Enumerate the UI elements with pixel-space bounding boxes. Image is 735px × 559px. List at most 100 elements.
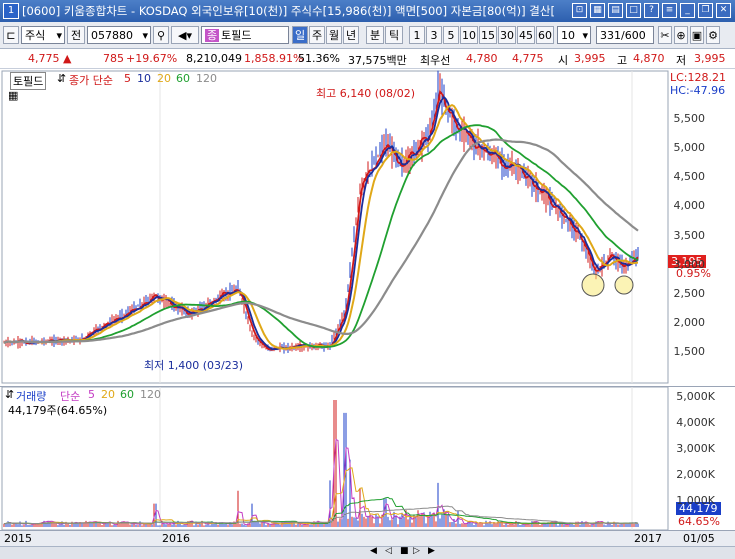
help-icon[interactable]: ? bbox=[644, 3, 659, 18]
scroll-right-icon[interactable]: ▶ bbox=[428, 546, 435, 556]
vol-ma-60: 60 bbox=[120, 388, 134, 401]
low-label: 저 bbox=[676, 54, 687, 67]
y-tick-label: 1,000K bbox=[676, 494, 715, 508]
price-change-pct: +19.67% bbox=[126, 52, 178, 65]
x-label-date: 01/05 bbox=[683, 532, 715, 545]
tab-month[interactable]: 월 bbox=[326, 26, 342, 44]
scroll-left-icon[interactable]: ◀ bbox=[370, 546, 377, 556]
low-annotation: 최저 1,400 (03/23) bbox=[144, 359, 244, 372]
vol-ma5-line bbox=[3, 438, 639, 526]
zoom-icon[interactable]: ⊕ bbox=[674, 26, 688, 44]
ma-10: 10 bbox=[137, 72, 151, 85]
count-field[interactable]: 331/600 bbox=[596, 26, 654, 44]
chevron-down-icon: ▾ bbox=[142, 29, 148, 42]
save-icon[interactable]: ▣ bbox=[690, 26, 704, 44]
prev-button[interactable]: 전 bbox=[67, 26, 85, 44]
menu-icon[interactable]: ≡ bbox=[662, 3, 677, 18]
interval-30[interactable]: 30 bbox=[498, 26, 516, 44]
grid-icon[interactable]: ▦ bbox=[590, 3, 605, 18]
interval-15[interactable]: 15 bbox=[479, 26, 497, 44]
interval-10[interactable]: 10 bbox=[460, 26, 478, 44]
hc-value: HC:-47.96 bbox=[670, 84, 726, 97]
app-number: 1 bbox=[3, 3, 19, 19]
window-title: [0600] 키움종합차트 - KOSDAQ 외국인보유[10(천)] 주식수[… bbox=[22, 4, 555, 18]
pin-icon[interactable]: ⊡ bbox=[572, 3, 587, 18]
interval-5[interactable]: 5 bbox=[443, 26, 459, 44]
y-tick-label: 2,000K bbox=[676, 468, 715, 482]
restore-icon[interactable]: ❐ bbox=[698, 3, 713, 18]
stop-icon[interactable]: ■ bbox=[400, 546, 409, 556]
high-label: 고 bbox=[617, 54, 628, 67]
highlight-circle bbox=[581, 273, 605, 297]
volume-chart[interactable] bbox=[0, 387, 735, 531]
best-ask: 4,780 bbox=[466, 52, 498, 65]
code-input[interactable]: 057880 ▾ bbox=[87, 26, 151, 44]
title-bar-buttons: ⊡ ▦ ▤ □ ? ≡ _ ❐ ✕ bbox=[572, 3, 731, 18]
price-chart-panel[interactable]: 토필드 ⇵ 종가 단순 5 10 20 60 120 ▦ LC:128.21 H… bbox=[0, 69, 735, 385]
stock-name-tag[interactable]: 토필드 bbox=[10, 72, 47, 90]
best-ask-label: 최우선 bbox=[420, 54, 451, 67]
vol-ma-120: 120 bbox=[140, 388, 161, 401]
chevron-down-icon: ▾ bbox=[582, 29, 588, 42]
close-icon[interactable]: ✕ bbox=[716, 3, 731, 18]
ma-label: 종가 단순 bbox=[69, 74, 113, 87]
ma-120: 120 bbox=[196, 72, 217, 85]
interval-select[interactable]: 10 ▾ bbox=[557, 26, 591, 44]
ma5-line bbox=[3, 89, 639, 351]
ma10-line bbox=[3, 95, 639, 351]
volume-moving-averages bbox=[3, 438, 639, 526]
market-select[interactable]: 주식 ▾ bbox=[21, 26, 65, 44]
speaker-icon[interactable]: ◀▾ bbox=[171, 26, 199, 44]
window-icon[interactable]: □ bbox=[626, 3, 641, 18]
ma60-line bbox=[3, 124, 639, 348]
vol-ma20-line bbox=[3, 467, 639, 525]
settings-icon[interactable]: ⚙ bbox=[706, 26, 720, 44]
y-tick-label: 2,500 bbox=[673, 286, 706, 300]
stock-name-field[interactable]: 종 토필드 bbox=[201, 26, 289, 44]
link-icon[interactable]: ⊏ bbox=[3, 26, 19, 44]
ma20-line bbox=[3, 103, 639, 350]
y-tick-label: 4,500 bbox=[673, 170, 706, 184]
quote-row: 4,775 ▲ 785 +19.67% 8,210,049 1,858.91% … bbox=[0, 49, 735, 69]
high-annotation: 최고 6,140 (08/02) bbox=[316, 87, 416, 100]
interval-3[interactable]: 3 bbox=[426, 26, 442, 44]
price-change: 785 bbox=[103, 52, 124, 65]
scroll-controls[interactable]: ◀ ◁ ■ ▷ ▶ bbox=[0, 546, 735, 559]
y-tick-label: 3,000K bbox=[676, 442, 715, 456]
scroll-next-icon[interactable]: ▷ bbox=[413, 546, 420, 556]
volume-bars bbox=[3, 399, 639, 527]
search-icon[interactable]: ⚲ bbox=[153, 26, 169, 44]
tab-minute[interactable]: 분 bbox=[366, 26, 384, 44]
highlight-circle bbox=[614, 275, 634, 295]
interval-1[interactable]: 1 bbox=[409, 26, 425, 44]
minimize-icon[interactable]: _ bbox=[680, 3, 695, 18]
up-arrow-icon: ▲ bbox=[63, 52, 72, 65]
tab-week[interactable]: 주 bbox=[309, 26, 325, 44]
tab-day[interactable]: 일 bbox=[292, 26, 308, 44]
time-axis-bar: 2015 2016 2017 01/05 ◀ ◁ ■ ▷ ▶ bbox=[0, 530, 735, 559]
chevron-down-icon: ▾ bbox=[56, 29, 62, 42]
interval-60[interactable]: 60 bbox=[536, 26, 554, 44]
table-icon[interactable]: ▦ bbox=[8, 89, 18, 102]
open-label: 시 bbox=[558, 54, 569, 67]
y-tick-label: 5,000 bbox=[673, 141, 706, 155]
doc-icon[interactable]: ▤ bbox=[608, 3, 623, 18]
volume-chart-panel[interactable]: ⇵ 거래량 단순 5 20 60 120 44,179주(64.65%) 44,… bbox=[0, 386, 735, 531]
sort-icon: ⇵ bbox=[5, 388, 15, 401]
tab-tick[interactable]: 틱 bbox=[385, 26, 403, 44]
chart-toolbar: ⊏ 주식 ▾ 전 057880 ▾ ⚲ ◀▾ 종 토필드 일 주 월 년 분 틱 1 … bbox=[0, 22, 735, 49]
scissors-icon[interactable]: ✂ bbox=[658, 26, 672, 44]
current-volume-pct: 64.65% bbox=[678, 515, 720, 528]
x-label-2016: 2016 bbox=[162, 532, 190, 545]
ma-60: 60 bbox=[176, 72, 190, 85]
lc-value: LC:128.21 bbox=[670, 71, 727, 84]
scroll-prev-icon[interactable]: ◁ bbox=[385, 546, 392, 556]
y-tick-label: 3,500 bbox=[673, 228, 706, 242]
current-price: 4,775 bbox=[28, 52, 60, 65]
price-chart[interactable] bbox=[0, 69, 735, 385]
interval-45[interactable]: 45 bbox=[517, 26, 535, 44]
tab-year[interactable]: 년 bbox=[343, 26, 359, 44]
vol-ma-20: 20 bbox=[101, 388, 115, 401]
stock-type-icon: 종 bbox=[205, 29, 220, 42]
y-tick-label: 2,000 bbox=[673, 315, 706, 329]
